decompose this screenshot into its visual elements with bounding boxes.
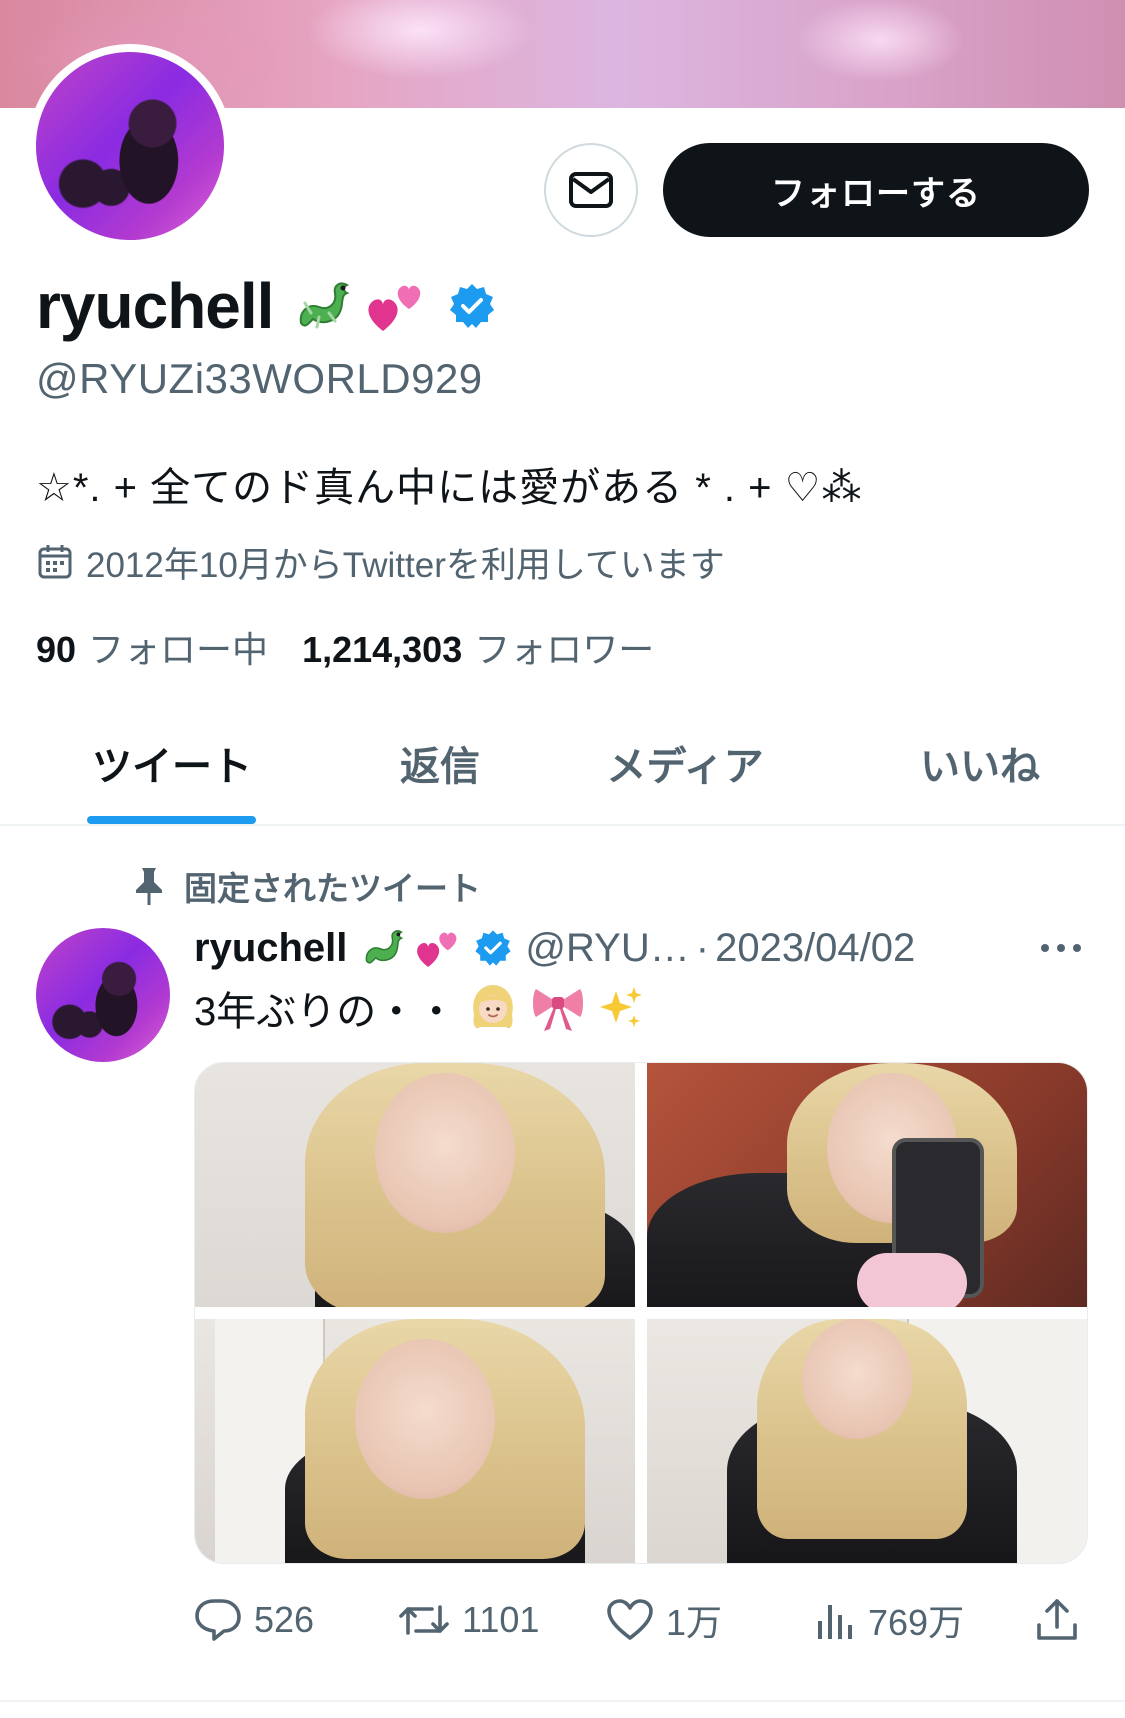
tab-replies[interactable]: 返信 [340,700,540,826]
profile-name-row: ryuchell [36,270,497,342]
like-count: 1万 [666,1602,723,1643]
verified-badge-icon[interactable] [473,928,513,968]
pinned-tweet-label: 固定されたツイート [132,862,481,910]
profile-joined: 2012年10月からTwitterを利用しています [36,540,725,585]
tweet-photo-4[interactable] [647,1319,1087,1563]
joined-text: 2012年10月からTwitterを利用しています [86,545,725,585]
retweet-icon [399,1605,449,1635]
tweet-text: 3年ぶりの・・ [194,990,457,1034]
tab-tweets[interactable]: ツイート [60,700,284,826]
active-tab-indicator [87,816,256,824]
envelope-icon [569,172,613,208]
followers-link[interactable]: 1,214,303 フォロワー [302,621,654,673]
like-button[interactable]: 1万 [606,1590,722,1650]
follow-button[interactable]: フォローする [663,143,1089,237]
tweet-divider [0,1700,1125,1702]
tweet-author-name[interactable]: ryuchell [194,926,347,971]
pin-icon [136,868,162,905]
dragon-emoji [359,923,409,973]
profile-handle: @RYUZi33WORLD929 [36,355,483,402]
tweet-avatar[interactable] [36,928,170,1062]
heart-icon [607,1599,653,1640]
reply-button[interactable]: 526 [194,1590,314,1650]
retweet-button[interactable]: 1101 [398,1590,539,1650]
tweet-header: ryuchell @RYU… · 2023/04/02 [194,920,1094,976]
following-label: フォロー中 [88,629,269,670]
following-link[interactable]: 90 フォロー中 [36,621,268,673]
tab-likes[interactable]: いいね [880,700,1080,826]
reply-count: 526 [254,1599,315,1640]
tweet-photo-2[interactable] [647,1063,1087,1307]
views-icon [818,1605,852,1639]
tweet-actions: 526 1101 1万 769万 [194,1590,1094,1650]
two-hearts-emoji [363,273,429,339]
profile-bio: ☆*. + 全てのド真ん中には愛がある * . + ♡⁂ [36,466,863,510]
profile-name: ryuchell [36,270,274,342]
views-button[interactable]: 769万 [814,1590,964,1650]
more-horizontal-icon [1041,944,1081,952]
tweet-date[interactable]: 2023/04/02 [715,926,915,971]
share-button[interactable] [1034,1590,1080,1650]
following-count: 90 [36,629,77,670]
profile-page: フォローする ryuchell @RYUZi33WORLD929 ☆*. + 全… [0,0,1125,1718]
followers-label: フォロワー [474,629,655,670]
profile-avatar[interactable] [28,44,232,248]
ribbon-emoji [530,983,586,1033]
tweet-media-grid [194,1062,1088,1564]
tab-media[interactable]: メディア [580,700,790,826]
tweet-photo-3[interactable] [195,1319,635,1563]
profile-stats: 90 フォロー中 1,214,303 フォロワー [36,625,654,670]
share-icon [1037,1599,1077,1640]
two-hearts-emoji [413,923,463,973]
verified-badge-icon[interactable] [447,281,497,331]
dragon-emoji [291,273,357,339]
message-button[interactable] [544,143,638,237]
more-button[interactable] [1036,930,1086,966]
sparkles-emoji [596,983,646,1033]
tweet-text-row: 3年ぶりの・・ [194,978,646,1038]
blonde-woman-emoji [466,981,520,1035]
followers-count: 1,214,303 [302,629,463,670]
views-count: 769万 [868,1602,965,1643]
calendar-icon [38,545,72,579]
tweet-separator: · [695,925,710,970]
tweet-author-handle[interactable]: @RYU… [525,926,689,971]
pinned-text: 固定されたツイート [184,870,481,907]
retweet-count: 1101 [462,1599,540,1640]
profile-tabs: ツイート 返信 メディア いいね [0,700,1125,826]
profile-avatar-image [36,52,224,240]
reply-icon [195,1599,241,1641]
tweet-photo-1[interactable] [195,1063,635,1307]
